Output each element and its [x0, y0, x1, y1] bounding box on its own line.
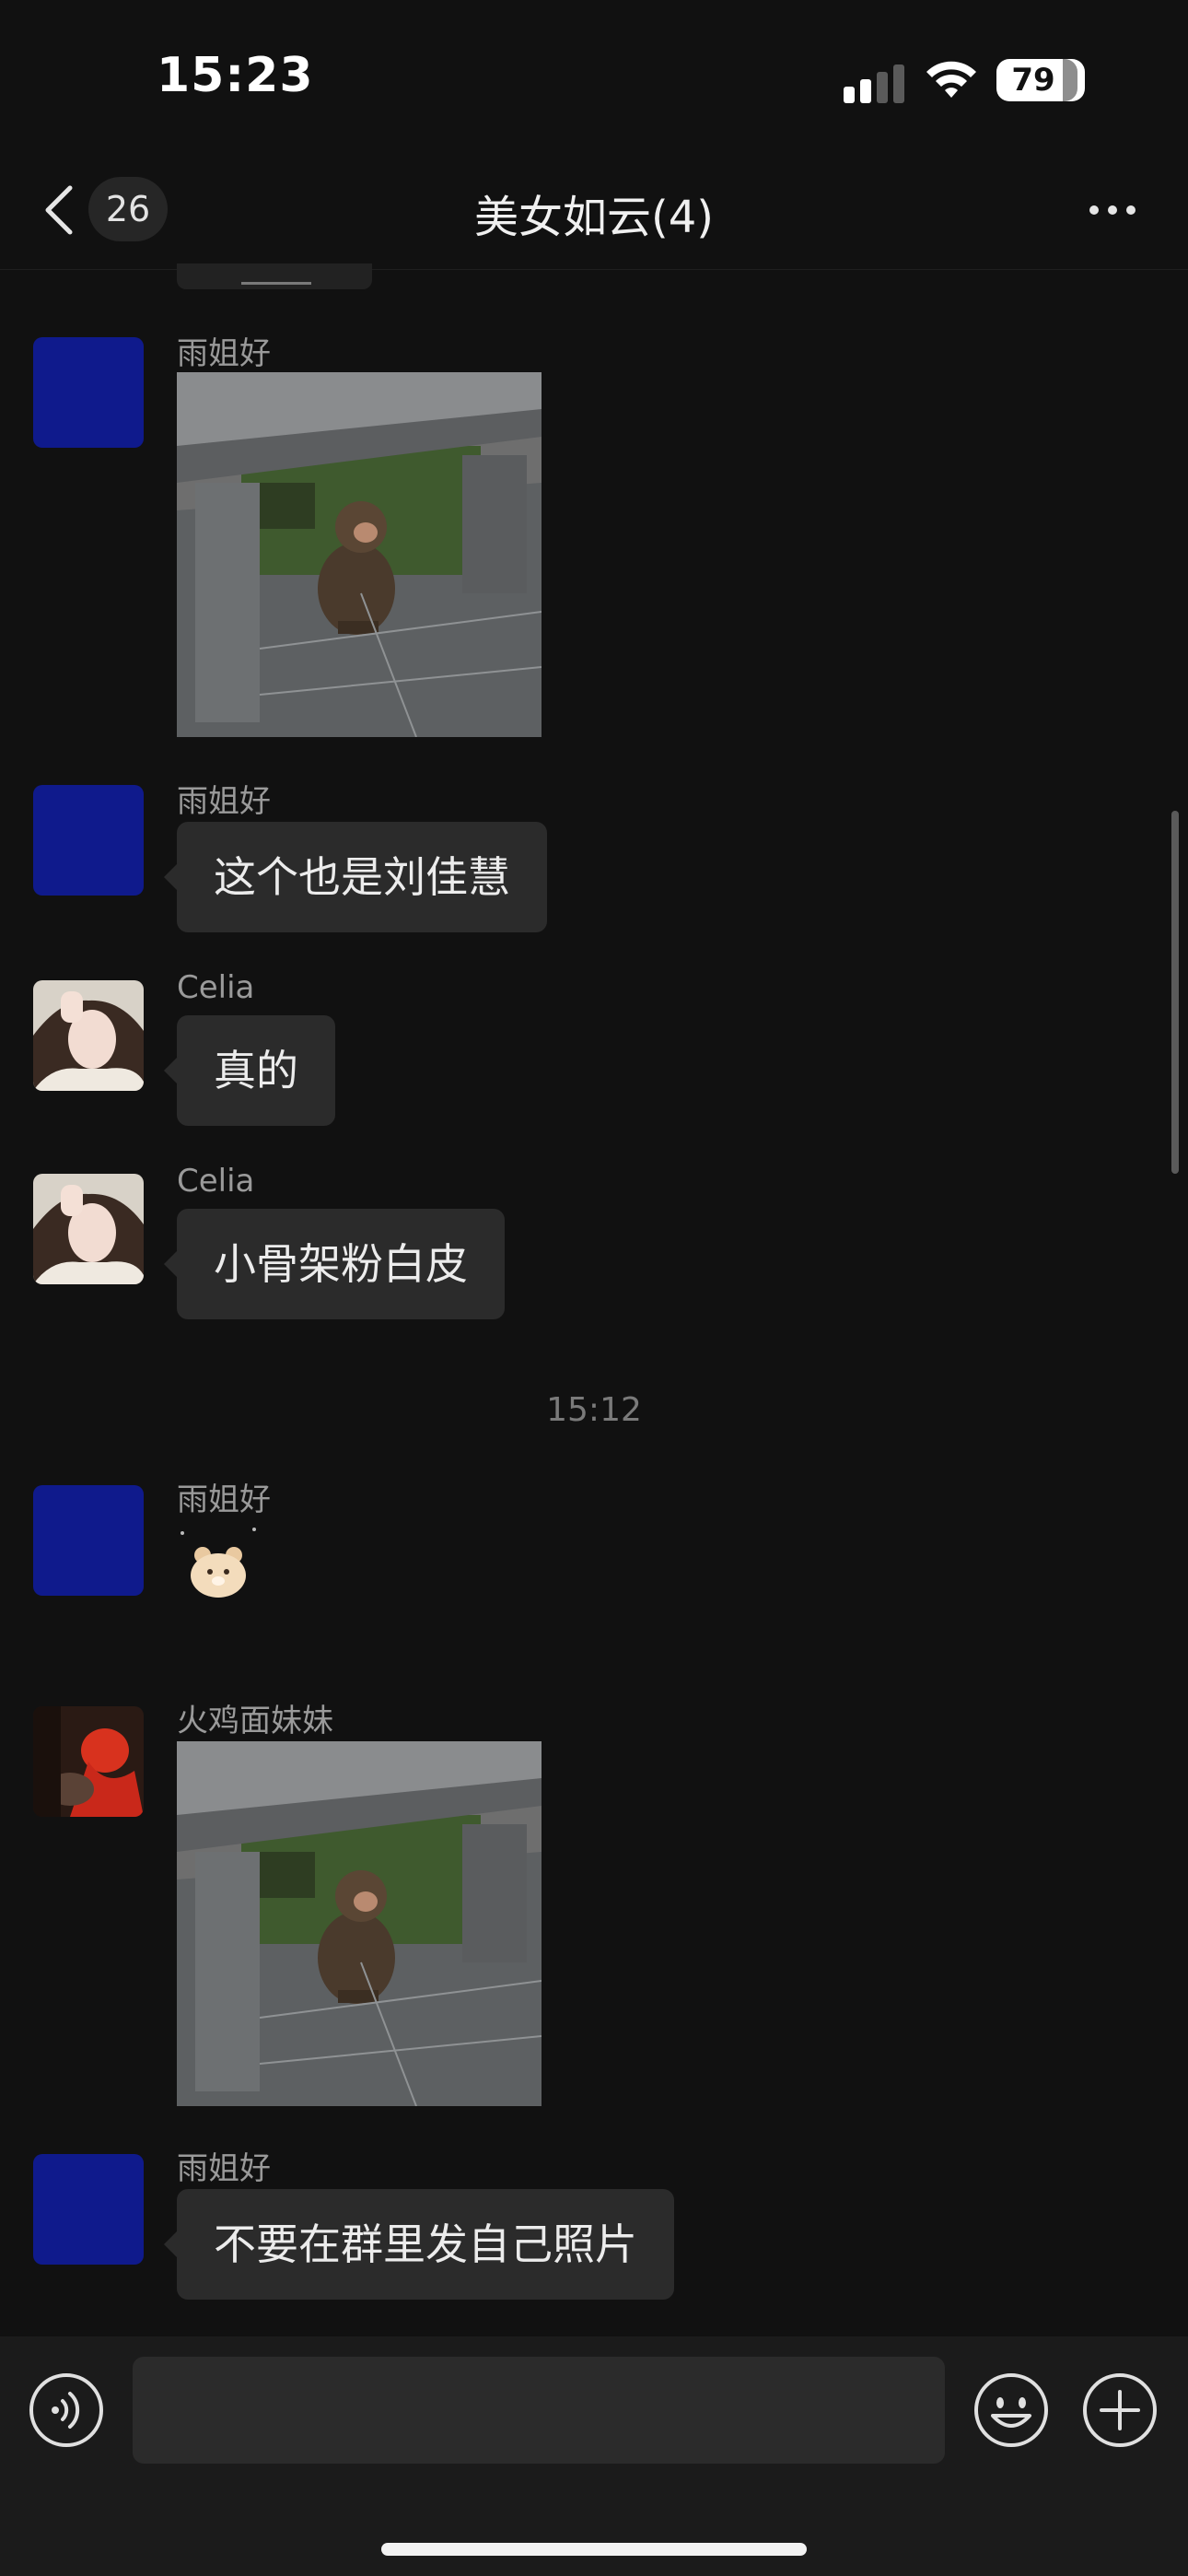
avatar[interactable]	[33, 980, 144, 1091]
message-input[interactable]	[133, 2357, 945, 2464]
bear-sticker[interactable]	[177, 1524, 260, 1601]
more-dots-icon[interactable]	[1089, 205, 1136, 216]
status-time: 15:23	[157, 48, 314, 103]
scrollbar[interactable]	[1171, 811, 1179, 1174]
wifi-icon	[926, 61, 976, 98]
sender-name: 雨姐好	[177, 783, 271, 820]
message-bubble[interactable]: 这个也是刘佳慧	[164, 822, 547, 932]
chat-image[interactable]	[177, 1741, 542, 2106]
huojimian-avatar-image	[33, 1706, 144, 1817]
sender-name: 火鸡面妹妹	[177, 1703, 333, 1739]
chat-timestamp: 15:12	[546, 1391, 642, 1429]
battery-level: 79	[1011, 62, 1055, 99]
celia-avatar-image	[33, 1174, 144, 1284]
message-bubble[interactable]: 小骨架粉白皮	[164, 1209, 505, 1319]
message-bubble[interactable]: 真的	[164, 1015, 335, 1126]
sender-name: 雨姐好	[177, 335, 271, 372]
avatar[interactable]	[33, 785, 144, 896]
sender-name: Celia	[177, 1163, 255, 1200]
sender-name: Celia	[177, 969, 255, 1006]
chat-image[interactable]	[177, 372, 542, 737]
message-bubble[interactable]: 不要在群里发自己照片	[164, 2189, 674, 2300]
voice-icon[interactable]	[28, 2371, 105, 2449]
avatar[interactable]	[33, 337, 144, 448]
emoji-icon[interactable]	[973, 2371, 1050, 2449]
sender-name: 雨姐好	[177, 1481, 271, 1518]
monkey-photo-image	[177, 1741, 542, 2106]
partial-bubble-line	[241, 282, 311, 285]
celia-avatar-image	[33, 980, 144, 1091]
sender-name: 雨姐好	[177, 2150, 271, 2187]
plus-icon[interactable]	[1081, 2371, 1159, 2449]
avatar[interactable]	[33, 1174, 144, 1284]
monkey-photo-image	[177, 372, 542, 737]
avatar[interactable]	[33, 1485, 144, 1596]
avatar[interactable]	[33, 2154, 144, 2265]
home-indicator[interactable]	[381, 2543, 807, 2556]
avatar[interactable]	[33, 1706, 144, 1817]
chat-title: 美女如云(4)	[474, 192, 714, 243]
partial-message-bubble	[177, 263, 372, 289]
